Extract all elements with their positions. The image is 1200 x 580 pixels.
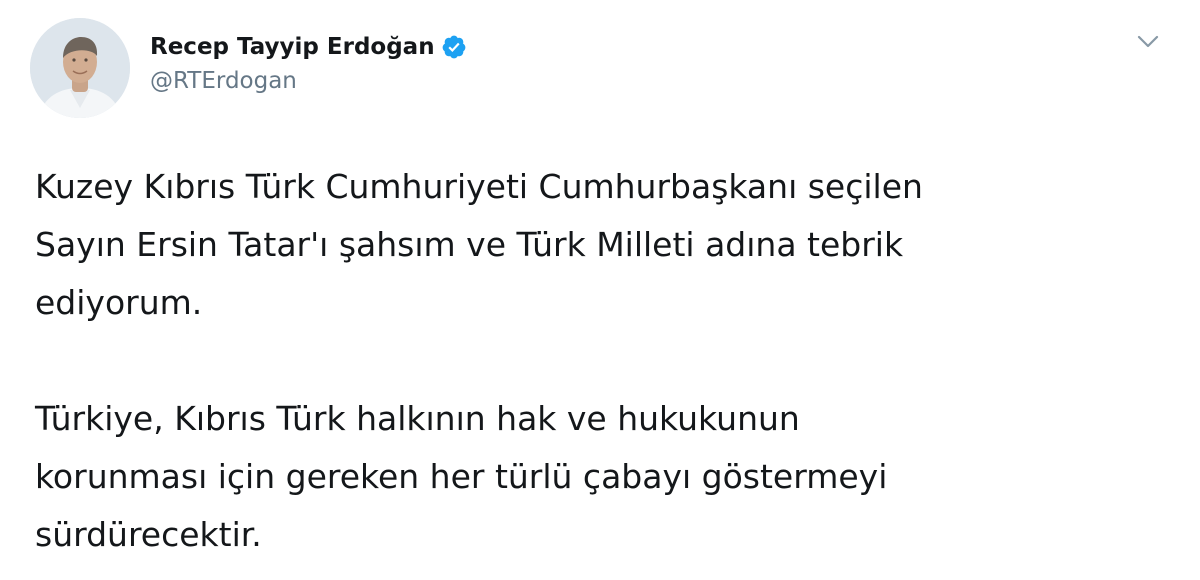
avatar-image bbox=[30, 18, 130, 118]
author-name-row: Recep Tayyip Erdoğan bbox=[150, 30, 467, 64]
tweet-paragraph: Türkiye, Kıbrıs Türk halkının hak ve huk… bbox=[35, 399, 888, 554]
tweet-paragraph: Kuzey Kıbrıs Türk Cumhuriyeti Cumhurbaşk… bbox=[35, 167, 923, 322]
verified-badge-icon bbox=[441, 34, 467, 60]
tweet-text: Kuzey Kıbrıs Türk Cumhuriyeti Cumhurbaşk… bbox=[35, 158, 1135, 564]
tweet-card: Recep Tayyip Erdoğan @RTErdogan Kuzey Kı… bbox=[0, 0, 1200, 580]
author-handle[interactable]: @RTErdogan bbox=[150, 68, 467, 94]
tweet-author[interactable]: Recep Tayyip Erdoğan @RTErdogan bbox=[150, 30, 467, 94]
author-display-name[interactable]: Recep Tayyip Erdoğan bbox=[150, 34, 435, 60]
chevron-down-icon[interactable] bbox=[1136, 34, 1160, 50]
avatar[interactable] bbox=[30, 18, 130, 118]
